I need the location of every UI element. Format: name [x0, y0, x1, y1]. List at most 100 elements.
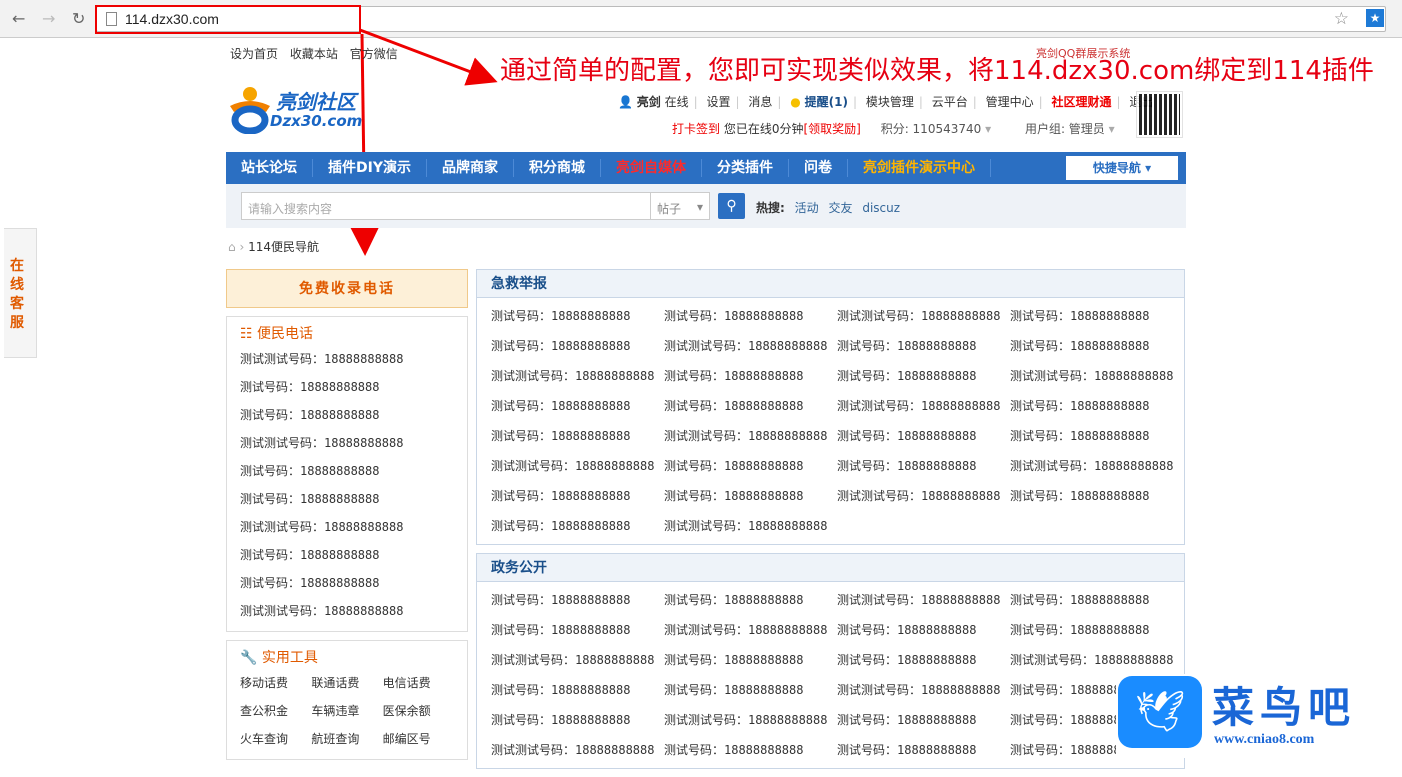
bookmark-site-link[interactable]: 收藏本站 [290, 47, 338, 61]
reminders-link[interactable]: 提醒(1) [805, 95, 848, 109]
tool-link[interactable]: 移动话费 [240, 669, 311, 697]
phone-item[interactable]: 测试号码：18888888888 [1010, 301, 1183, 331]
free-listing-button[interactable]: 免费收录电话 [226, 269, 468, 308]
phone-item[interactable]: 测试号码：18888888888 [664, 301, 837, 331]
usergroup-menu[interactable]: 用户组: 管理员 [1025, 122, 1105, 136]
home-icon[interactable]: ⌂ [228, 240, 236, 254]
points-menu[interactable]: 积分: 110543740 [881, 122, 982, 136]
search-input[interactable]: 请输入搜索内容 [241, 192, 651, 220]
phone-item[interactable]: 测试测试号码：18888888888 [837, 585, 1010, 615]
phone-item[interactable]: 测试测试号码：18888888888 [837, 481, 1010, 511]
phone-item[interactable]: 测试号码：18888888888 [664, 675, 837, 705]
phone-item[interactable]: 测试号码：18888888888 [837, 331, 1010, 361]
phone-item[interactable]: 测试号码：18888888888 [240, 569, 454, 597]
phone-item[interactable]: 测试号码：18888888888 [837, 705, 1010, 735]
messages-link[interactable]: 消息 [748, 95, 772, 109]
phone-item[interactable]: 测试测试号码：18888888888 [491, 451, 664, 481]
phone-item[interactable]: 测试测试号码：18888888888 [491, 735, 664, 765]
phone-item[interactable]: 测试号码：18888888888 [1010, 481, 1183, 511]
phone-item[interactable]: 测试号码：18888888888 [1010, 331, 1183, 361]
phone-item[interactable]: 测试号码：18888888888 [664, 645, 837, 675]
hot-link[interactable]: 活动 [795, 201, 819, 215]
search-button[interactable]: ⚲ [718, 193, 745, 219]
tool-link[interactable]: 查公积金 [240, 697, 311, 725]
phone-item[interactable]: 测试号码：18888888888 [664, 735, 837, 765]
phone-item[interactable]: 测试号码：18888888888 [837, 645, 1010, 675]
phone-item[interactable]: 测试号码：18888888888 [1010, 585, 1183, 615]
phone-item[interactable]: 测试测试号码：18888888888 [664, 331, 837, 361]
phone-item[interactable]: 测试测试号码：18888888888 [1010, 361, 1183, 391]
phone-item[interactable]: 测试测试号码：18888888888 [664, 705, 837, 735]
tool-link[interactable]: 电信话费 [383, 669, 454, 697]
phone-item[interactable]: 测试测试号码：18888888888 [837, 301, 1010, 331]
tool-link[interactable]: 联通话费 [311, 669, 382, 697]
admin-center-link[interactable]: 管理中心 [986, 95, 1034, 109]
phone-item[interactable]: 测试号码：18888888888 [837, 361, 1010, 391]
phone-item[interactable]: 测试号码：18888888888 [664, 361, 837, 391]
site-logo[interactable]: 亮剑社区 Dzx30.com [226, 84, 362, 135]
phone-item[interactable]: 测试号码：18888888888 [491, 481, 664, 511]
phone-item[interactable]: 测试号码：18888888888 [491, 585, 664, 615]
phone-item[interactable]: 测试号码：18888888888 [240, 401, 454, 429]
checkin-link[interactable]: 打卡签到 [672, 122, 720, 136]
tool-link[interactable]: 航班查询 [311, 725, 382, 753]
phone-item[interactable]: 测试号码：18888888888 [1010, 421, 1183, 451]
phone-item[interactable]: 测试号码：18888888888 [491, 511, 664, 541]
wechat-link[interactable]: 官方微信 [350, 47, 398, 61]
tool-link[interactable]: 医保余额 [383, 697, 454, 725]
phone-item[interactable]: 测试号码：18888888888 [837, 421, 1010, 451]
tool-link[interactable]: 火车查询 [240, 725, 311, 753]
search-type-select[interactable]: 帖子 ▾ [650, 192, 710, 220]
phone-item[interactable]: 测试号码：18888888888 [491, 675, 664, 705]
nav-item-diy[interactable]: 插件DIY演示 [313, 159, 427, 177]
online-service-tab[interactable]: 在线客服 [4, 228, 37, 358]
settings-link[interactable]: 设置 [707, 95, 731, 109]
reward-link[interactable]: [领取奖励] [803, 122, 860, 136]
phone-item[interactable]: 测试测试号码：18888888888 [664, 511, 837, 541]
cloud-platform-link[interactable]: 云平台 [932, 95, 968, 109]
hot-link[interactable]: discuz [862, 201, 900, 215]
phone-item[interactable]: 测试测试号码：18888888888 [837, 391, 1010, 421]
tool-link[interactable]: 车辆违章 [311, 697, 382, 725]
phone-item[interactable]: 测试测试号码：18888888888 [1010, 645, 1183, 675]
phone-item[interactable]: 测试号码：18888888888 [837, 615, 1010, 645]
hot-link[interactable]: 交友 [828, 201, 852, 215]
phone-item[interactable]: 测试测试号码：18888888888 [837, 675, 1010, 705]
tool-link[interactable]: 邮编区号 [383, 725, 454, 753]
nav-item-survey[interactable]: 问卷 [789, 159, 848, 177]
phone-item[interactable]: 测试号码：18888888888 [240, 373, 454, 401]
nav-item-media[interactable]: 亮剑自媒体 [601, 159, 702, 177]
nav-item-plugins[interactable]: 分类插件 [702, 159, 789, 177]
phone-item[interactable]: 测试测试号码：18888888888 [1010, 451, 1183, 481]
phone-item[interactable]: 测试测试号码：18888888888 [664, 421, 837, 451]
phone-item[interactable]: 测试测试号码：18888888888 [664, 615, 837, 645]
phone-item[interactable]: 测试测试号码：18888888888 [240, 429, 454, 457]
phone-item[interactable]: 测试号码：18888888888 [664, 481, 837, 511]
module-manage-link[interactable]: 模块管理 [866, 95, 914, 109]
username[interactable]: 亮剑 [637, 95, 661, 109]
phone-item[interactable]: 测试号码：18888888888 [240, 457, 454, 485]
finance-link[interactable]: 社区理财通 [1051, 95, 1111, 109]
phone-item[interactable]: 测试号码：18888888888 [664, 451, 837, 481]
phone-item[interactable]: 测试测试号码：18888888888 [240, 345, 454, 373]
phone-item[interactable]: 测试号码：18888888888 [491, 331, 664, 361]
phone-item[interactable]: 测试测试号码：18888888888 [240, 513, 454, 541]
nav-item-demo-center[interactable]: 亮剑插件演示中心 [848, 159, 991, 177]
phone-item[interactable]: 测试号码：18888888888 [240, 541, 454, 569]
phone-item[interactable]: 测试测试号码：18888888888 [491, 645, 664, 675]
phone-item[interactable]: 测试号码：18888888888 [664, 391, 837, 421]
phone-item[interactable]: 测试号码：18888888888 [240, 485, 454, 513]
phone-item[interactable]: 测试号码：18888888888 [491, 705, 664, 735]
nav-item-forum[interactable]: 站长论坛 [226, 159, 313, 177]
quick-nav-button[interactable]: 快捷导航 ▾ [1066, 156, 1178, 180]
set-homepage-link[interactable]: 设为首页 [230, 47, 278, 61]
nav-item-mall[interactable]: 积分商城 [514, 159, 601, 177]
phone-item[interactable]: 测试号码：18888888888 [491, 391, 664, 421]
phone-item[interactable]: 测试号码：18888888888 [1010, 615, 1183, 645]
phone-item[interactable]: 测试号码：18888888888 [491, 301, 664, 331]
phone-item[interactable]: 测试号码：18888888888 [837, 451, 1010, 481]
phone-item[interactable]: 测试号码：18888888888 [664, 585, 837, 615]
phone-item[interactable]: 测试号码：18888888888 [491, 421, 664, 451]
phone-item[interactable]: 测试号码：18888888888 [491, 615, 664, 645]
nav-item-brands[interactable]: 品牌商家 [427, 159, 514, 177]
